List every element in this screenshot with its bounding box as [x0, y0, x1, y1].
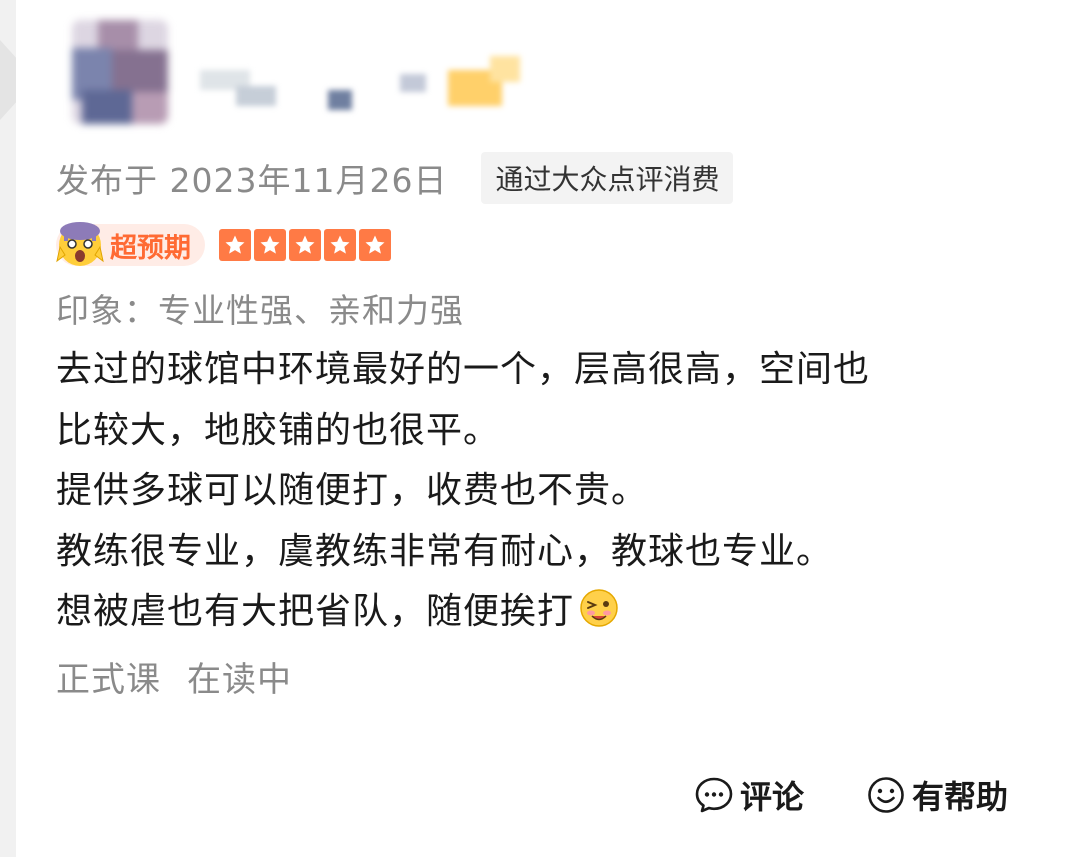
impression-text: 印象：专业性强、亲和力强 — [56, 291, 464, 330]
helpful-label: 有帮助 — [911, 778, 1008, 816]
wink-face-emoji — [580, 589, 618, 627]
review-line-text: 想被虐也有大把省队，随便挨打 — [56, 591, 575, 632]
star-rating — [219, 229, 394, 261]
star-icon — [219, 229, 251, 261]
source-tag: 通过大众点评消费 — [481, 152, 734, 204]
expectation-badge: 超预期 — [56, 222, 205, 266]
comment-label: 评论 — [739, 778, 804, 816]
comment-bubble-icon — [695, 777, 733, 813]
review-content: 去过的球馆中环境最好的一个，层高很高，空间也 比较大，地胶铺的也很平。 提供多球… — [56, 340, 1016, 643]
review-line: 提供多球可以随便打，收费也不贵。 — [56, 470, 649, 511]
avatar[interactable] — [72, 20, 168, 124]
course-info: 正式课 在读中 — [56, 652, 292, 701]
star-icon — [359, 229, 391, 261]
review-meta: 发布于 2023年11月26日 通过大众点评消费 — [56, 152, 734, 204]
shocked-face-icon — [56, 222, 104, 266]
review-line: 教练很专业，虞教练非常有耐心，教球也专业。 — [56, 530, 834, 572]
comment-button[interactable]: 评论 — [694, 772, 804, 818]
left-edge-strip — [0, 0, 16, 857]
course-status: 在读中 — [187, 660, 292, 700]
star-icon — [324, 229, 356, 261]
rating-row: 超预期 — [56, 220, 394, 270]
publish-date: 发布于 2023年11月26日 — [56, 161, 448, 200]
smile-icon — [868, 777, 904, 813]
review-actions: 评论 有帮助 — [694, 770, 1008, 820]
helpful-button[interactable]: 有帮助 — [866, 772, 1008, 818]
star-icon — [254, 229, 286, 261]
star-icon — [289, 229, 321, 261]
course-type: 正式课 — [56, 660, 161, 700]
review-line-last: 想被虐也有大把省队，随便挨打 — [56, 582, 1016, 643]
badge-label: 超预期 — [110, 232, 191, 264]
review-line: 比较大，地胶铺的也很平。 — [56, 409, 501, 451]
username[interactable] — [200, 50, 540, 114]
review-line: 去过的球馆中环境最好的一个，层高很高，空间也 — [56, 349, 871, 390]
